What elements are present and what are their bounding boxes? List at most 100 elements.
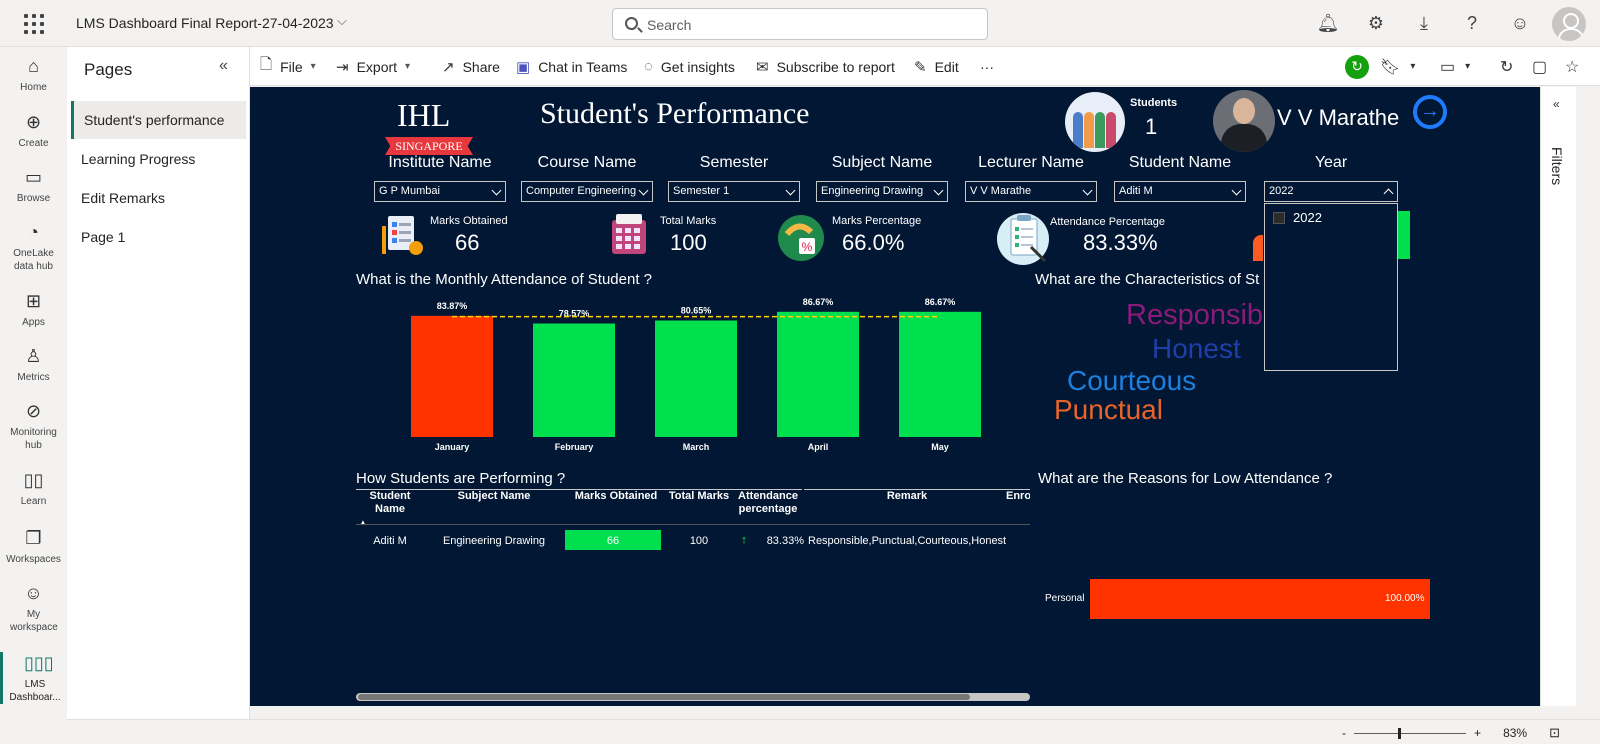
word-cloud-responsible: Responsib [1126, 299, 1264, 331]
subscribe-icon: ✉︎ [756, 58, 769, 76]
table-scrollbar[interactable] [356, 693, 1030, 701]
slicer-value: Engineering Drawing [821, 185, 924, 197]
subscribe-button[interactable]: ✉︎ Subscribe to report [756, 47, 895, 86]
low-attendance-title: What are the Reasons for Low Attendance … [1038, 470, 1333, 487]
chevron-down-icon [1082, 185, 1093, 196]
nav-learn[interactable]: ▯▯ Learn [0, 469, 67, 508]
nav-create[interactable]: ⊕ Create [0, 111, 67, 150]
zoom-out-button[interactable]: - [1342, 726, 1346, 740]
comment-button[interactable]: ▢ [1532, 47, 1547, 86]
scrollbar-thumb[interactable] [358, 694, 970, 700]
bar-may[interactable] [899, 311, 981, 437]
view-menu[interactable]: ▭ ▾ [1440, 47, 1470, 86]
performance-table: Student Name ▲ Subject Name Marks Obtaine… [356, 489, 1032, 550]
zoom-level[interactable]: 83% [1503, 726, 1527, 740]
slicer-student[interactable]: Aditi M [1114, 181, 1246, 202]
zoom-in-button[interactable]: + [1474, 726, 1481, 740]
slicer-course[interactable]: Computer Engineering [521, 181, 653, 202]
col-header-subject-name[interactable]: Subject Name [432, 490, 556, 503]
more-button[interactable]: ··· [980, 47, 994, 86]
col-header-attendance[interactable]: Attendance percentage [734, 490, 802, 516]
zoom-thumb[interactable] [1398, 727, 1402, 739]
pencil-icon: ✎ [914, 58, 927, 76]
get-insights-button[interactable]: ◌ Get insights [644, 47, 735, 86]
col-header-marks-obtained[interactable]: Marks Obtained [564, 490, 668, 503]
slicer-institute[interactable]: G P Mumbai [374, 181, 506, 202]
col-header-remark[interactable]: Remark [812, 490, 1002, 503]
export-icon: ⇥ [336, 58, 349, 76]
subscribe-label: Subscribe to report [776, 58, 895, 75]
smiley-icon[interactable]: ☺︎ [1496, 0, 1544, 47]
zoom-slider[interactable] [1354, 727, 1467, 739]
slicer-title-year: Year [1314, 154, 1348, 171]
nav-onelake[interactable]: ◔ OneLake data hub [0, 221, 67, 273]
nav-home[interactable]: ⌂ Home [0, 55, 67, 94]
slicer-subject[interactable]: Engineering Drawing [816, 181, 948, 202]
share-icon: ↗ [442, 58, 455, 76]
nav-metrics[interactable]: ♙ Metrics [0, 345, 67, 384]
col-header-total-marks[interactable]: Total Marks [664, 490, 734, 503]
status-bar: - + 83% ⊡ [67, 719, 1600, 744]
download-icon[interactable]: ⤓ [1400, 0, 1448, 47]
year-option-label: 2022 [1293, 210, 1322, 225]
chevron-down-icon[interactable]: ⌵ [337, 13, 347, 29]
bar-january[interactable] [411, 315, 493, 437]
fit-page-icon[interactable]: ⊡ [1549, 725, 1560, 741]
nav-monitoring[interactable]: ⊘ Monitoring hub [0, 400, 67, 452]
col-header-enrollment[interactable]: Enro [1006, 490, 1030, 503]
favorite-button[interactable]: ☆ [1565, 47, 1579, 86]
page-students-performance[interactable]: Student's performance [71, 101, 246, 139]
app-launcher-icon[interactable] [24, 14, 44, 34]
onelake-icon: ◔ [28, 222, 39, 242]
help-icon[interactable]: ? [1448, 0, 1496, 47]
search-input[interactable]: Search [647, 17, 691, 33]
bell-icon[interactable]: 🔔︎ [1304, 0, 1352, 47]
avatar[interactable] [1552, 6, 1586, 41]
kpi-label-total-marks: Total Marks [660, 215, 717, 227]
year-option[interactable]: 2022 [1273, 210, 1322, 225]
logout-icon[interactable]: → [1413, 95, 1447, 129]
slicer-lecturer[interactable]: V V Marathe [965, 181, 1097, 202]
refresh-status[interactable]: ↻ [1345, 47, 1369, 86]
chevron-down-icon [638, 185, 649, 196]
slicer-title-institute: Institute Name [388, 154, 492, 171]
students-label: Students [1130, 97, 1178, 109]
header-divider [356, 489, 802, 490]
collapse-icon[interactable]: « [219, 57, 228, 75]
report-title[interactable]: LMS Dashboard Final Report-27-04-2023 [76, 15, 334, 31]
nav-workspaces[interactable]: ❐ Workspaces [0, 527, 67, 566]
page-edit-remarks[interactable]: Edit Remarks [71, 179, 246, 217]
kpi-label-marks-obtained: Marks Obtained [430, 215, 508, 227]
x-tick-label: February [555, 442, 594, 452]
slicer-year[interactable]: 2022 [1264, 181, 1398, 202]
bookmark-menu[interactable]: 🔖︎ ▾ [1380, 47, 1415, 86]
edit-button[interactable]: ✎ Edit [914, 47, 959, 86]
nav-apps[interactable]: ⊞ Apps [0, 290, 67, 329]
page-1[interactable]: Page 1 [71, 218, 246, 256]
bar-april[interactable] [777, 311, 859, 437]
file-menu[interactable]: 🗋︎ File ▾ [260, 47, 316, 86]
nav-lms-dashboard[interactable]: ▯▯▯ LMS Dashboar... [0, 652, 67, 704]
nav-label: OneLake data hub [13, 248, 54, 272]
page-learning-progress[interactable]: Learning Progress [71, 140, 246, 178]
export-menu[interactable]: ⇥ Export ▾ [336, 47, 410, 86]
chevron-left-icon[interactable]: « [1553, 97, 1560, 111]
filters-pane[interactable]: « Filters [1540, 87, 1576, 706]
nav-browse[interactable]: ▭ Browse [0, 166, 67, 205]
nav-my-workspace[interactable]: ☺︎ My workspace [0, 582, 67, 634]
checkbox[interactable] [1273, 211, 1285, 224]
slicer-semester[interactable]: Semester 1 [668, 181, 800, 202]
students-count: 1 [1145, 114, 1158, 139]
chat-in-teams-button[interactable]: ▣ Chat in Teams [516, 47, 627, 86]
bar-february[interactable] [533, 323, 615, 437]
chevron-down-icon: ▾ [310, 61, 316, 72]
share-button[interactable]: ↗ Share [442, 47, 500, 86]
share-label: Share [462, 58, 500, 75]
cell-subject: Engineering Drawing [442, 535, 546, 547]
refresh-button[interactable]: ↻ [1500, 47, 1513, 86]
search-box[interactable]: Search [612, 8, 988, 40]
gear-icon[interactable]: ⚙︎ [1352, 0, 1400, 47]
lightbulb-icon: ◌ [644, 58, 653, 75]
top-bar: LMS Dashboard Final Report-27-04-2023 ⌵ … [0, 0, 1600, 47]
bar-march[interactable] [655, 320, 737, 437]
